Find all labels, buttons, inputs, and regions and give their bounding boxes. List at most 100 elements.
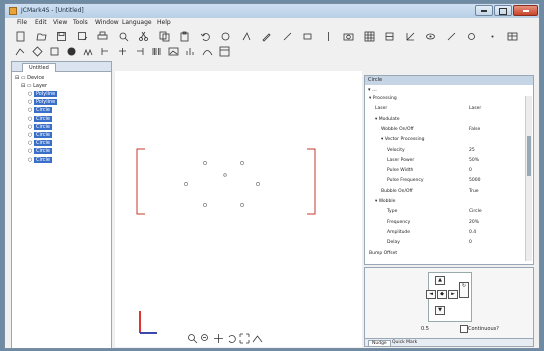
menu-tools[interactable]: Tools xyxy=(73,19,88,26)
arc-icon[interactable] xyxy=(252,333,263,344)
paste-icon[interactable] xyxy=(179,31,190,42)
text-icon[interactable] xyxy=(241,31,252,42)
layout-icon[interactable] xyxy=(219,46,230,57)
properties-scrollbar[interactable] xyxy=(525,96,532,261)
line-icon[interactable] xyxy=(282,31,293,42)
drawing-canvas[interactable] xyxy=(115,71,362,347)
property-value[interactable]: 0 xyxy=(469,168,472,174)
tree-item[interactable]: ○ Circle xyxy=(28,139,52,147)
barcode-icon[interactable] xyxy=(151,46,162,57)
circle-shape[interactable] xyxy=(256,182,260,186)
nudge-center-button[interactable]: ◆ xyxy=(437,290,447,299)
menu-edit[interactable]: Edit xyxy=(35,19,47,26)
tree-layer[interactable]: ⊟ ▭ Layer xyxy=(21,82,47,90)
nudge-right-button[interactable]: ► xyxy=(448,290,458,299)
property-value[interactable]: False xyxy=(469,127,480,133)
property-row[interactable]: Type Circle xyxy=(387,209,525,215)
tree-item[interactable]: ○ Circle xyxy=(28,115,52,123)
menu-window[interactable]: Window xyxy=(95,19,119,26)
image-icon[interactable] xyxy=(168,46,179,57)
property-row[interactable]: Pulse Frequency 5000 xyxy=(387,178,525,184)
circle-shape[interactable] xyxy=(203,203,207,207)
hatch-icon[interactable] xyxy=(83,46,94,57)
property-value[interactable]: 20% xyxy=(469,220,479,226)
shape-icon[interactable] xyxy=(323,31,334,42)
property-row[interactable]: Velocity 25 xyxy=(387,148,525,154)
tab-document[interactable]: Untitled xyxy=(22,63,56,72)
tab-quick-mark[interactable]: Quick Mark xyxy=(389,340,420,345)
property-row[interactable]: Bump Offset xyxy=(369,251,525,257)
table-icon[interactable] xyxy=(507,31,518,42)
circle-shape[interactable] xyxy=(223,173,227,177)
tab-nudge[interactable]: Nudge xyxy=(368,340,391,346)
rotate-view-icon[interactable] xyxy=(226,333,237,344)
step-value[interactable]: 0.5 xyxy=(421,326,429,332)
property-row[interactable]: ▾ Vector Processing xyxy=(381,137,525,143)
nudge-down-button[interactable]: ▼ xyxy=(435,306,445,315)
property-row[interactable]: Delay 0 xyxy=(387,240,525,246)
tree-item[interactable]: ○ Circle xyxy=(28,106,52,114)
print-icon[interactable] xyxy=(97,31,108,42)
property-row[interactable]: Amplitude 0.4 xyxy=(387,230,525,236)
cut-icon[interactable] xyxy=(138,31,149,42)
redo-icon[interactable] xyxy=(220,31,231,42)
continuous-checkbox[interactable] xyxy=(460,325,468,333)
right-bracket-shape[interactable] xyxy=(307,148,316,215)
circle-icon[interactable] xyxy=(466,31,477,42)
camera-icon[interactable] xyxy=(343,31,354,42)
property-row[interactable]: Frequency 20% xyxy=(387,220,525,226)
nudge-rotate-button[interactable]: ↻ xyxy=(459,282,469,298)
title-bar[interactable]: JCMark4S - [Untitled] xyxy=(5,4,539,18)
undo-icon[interactable] xyxy=(200,31,211,42)
ellipse-icon[interactable] xyxy=(66,46,77,57)
edit-icon[interactable] xyxy=(261,31,272,42)
property-value[interactable]: 50% xyxy=(469,158,479,164)
scrollbar-thumb[interactable] xyxy=(527,136,531,176)
property-value[interactable]: 5000 xyxy=(469,178,480,184)
menu-file[interactable]: File xyxy=(17,19,27,26)
align-icon[interactable] xyxy=(384,31,395,42)
polyline-icon[interactable] xyxy=(15,46,26,57)
property-row[interactable]: Pulse Width 0 xyxy=(387,168,525,174)
transform-icon[interactable] xyxy=(405,31,416,42)
new-icon[interactable] xyxy=(15,31,26,42)
property-row[interactable]: ▾ Wobble xyxy=(375,199,525,205)
curve-icon[interactable] xyxy=(202,46,213,57)
eye-icon[interactable] xyxy=(425,31,436,42)
align-center-icon[interactable] xyxy=(117,46,128,57)
zoom-out-icon[interactable] xyxy=(200,333,211,344)
square-icon[interactable] xyxy=(49,46,60,57)
save-icon[interactable] xyxy=(56,31,67,42)
left-bracket-shape[interactable] xyxy=(136,148,145,215)
property-value[interactable]: 0 xyxy=(469,240,472,246)
nudge-up-button[interactable]: ▲ xyxy=(435,276,445,285)
tree-item[interactable]: ○ Circle xyxy=(28,156,52,164)
menu-language[interactable]: Language xyxy=(122,19,152,26)
chart-icon[interactable] xyxy=(185,46,196,57)
saveas-icon[interactable] xyxy=(77,31,88,42)
close-button[interactable] xyxy=(513,5,538,16)
open-icon[interactable] xyxy=(36,31,47,42)
tree-item[interactable]: ○ Polyline xyxy=(28,90,58,98)
tree-item[interactable]: ○ Polyline xyxy=(28,98,58,106)
property-value[interactable]: Laser xyxy=(469,106,481,112)
menu-help[interactable]: Help xyxy=(157,19,171,26)
property-value[interactable]: Circle xyxy=(469,209,482,215)
pan-icon[interactable] xyxy=(213,333,224,344)
grid-icon[interactable] xyxy=(364,31,375,42)
nudge-left-button[interactable]: ◄ xyxy=(426,290,436,299)
property-row[interactable]: ▾ Processing xyxy=(369,96,525,102)
circle-shape[interactable] xyxy=(240,203,244,207)
tree-item[interactable]: ○ Circle xyxy=(28,131,52,139)
zoom-icon[interactable] xyxy=(187,333,198,344)
property-row[interactable]: Wobble On/Off False xyxy=(381,127,525,133)
properties-filter[interactable]: ▾ ... xyxy=(368,87,377,93)
property-row[interactable]: Laser Power 50% xyxy=(387,158,525,164)
tree-item[interactable]: ○ Circle xyxy=(28,147,52,155)
tree-item[interactable]: ○ Circle xyxy=(28,123,52,131)
property-row[interactable]: Laser Laser xyxy=(375,106,525,112)
pen-icon[interactable] xyxy=(446,31,457,42)
rotate-icon[interactable] xyxy=(32,46,43,57)
property-value[interactable]: True xyxy=(469,189,479,195)
minimize-button[interactable] xyxy=(475,5,493,16)
